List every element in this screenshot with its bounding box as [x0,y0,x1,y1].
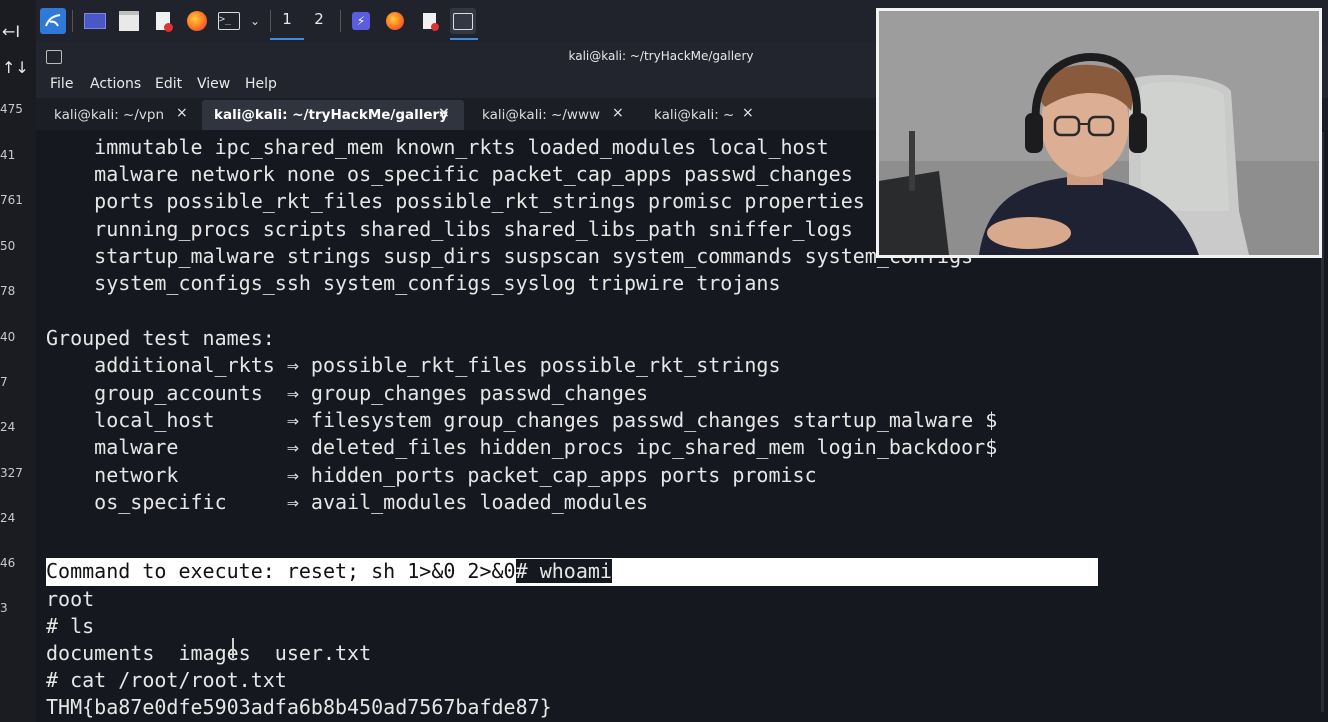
output-line: malware network none os_specific packet_… [46,162,853,186]
output-line: os_specific ⇒ avail_modules loaded_modul… [46,490,649,514]
close-icon[interactable]: × [612,105,624,121]
tab-vpn[interactable]: kali@kali: ~/vpn × [42,100,198,130]
output-line: immutable ipc_shared_mem known_rkts load… [46,135,829,159]
output-line: documents images user.txt [46,641,372,665]
firefox-icon[interactable] [184,8,210,34]
gutter-number: 41 [0,148,16,162]
gutter-number: 3 [0,601,8,615]
webcam-overlay [876,8,1322,258]
output-line: root [46,587,95,611]
menu-actions[interactable]: Actions [90,76,141,92]
close-icon[interactable]: × [438,105,450,121]
chevron-down-icon[interactable]: ⌄ [242,8,268,34]
tab-home[interactable]: kali@kali: ~ × [642,100,772,130]
gutter-number: 78 [0,284,16,298]
output-line: local_host ⇒ filesystem group_changes pa… [46,408,998,432]
workspace-active-indicator [270,38,304,40]
file-manager-icon[interactable] [116,8,142,34]
task-active-indicator [450,38,478,40]
menu-help[interactable]: Help [245,76,277,92]
left-gutter: ←I ↑↓ 475 41 761 50 78 40 7 24 327 24 46… [0,0,37,722]
menu-edit[interactable]: Edit [155,76,182,92]
gutter-number: 7 [0,375,8,389]
webcam-person-image [879,11,1319,255]
gutter-number: 24 [0,420,16,434]
output-line: group_accounts ⇒ group_changes passwd_ch… [46,381,649,405]
output-line: startup_malware strings susp_dirs suspsc… [46,244,974,268]
output-line: malware ⇒ deleted_files hidden_procs ipc… [46,435,998,459]
output-line: ports possible_rkt_files possible_rkt_st… [46,189,865,213]
close-icon[interactable]: × [742,105,754,121]
gutter-number: 327 [0,466,23,480]
sort-arrows-icon[interactable]: ↑↓ [2,58,29,77]
arrow-left-icon[interactable]: ←I [2,22,20,41]
menu-view[interactable]: View [197,76,230,92]
mouse-ibeam-cursor [232,638,234,658]
terminal-icon[interactable] [450,8,476,34]
flag-line: THM{ba87e0dfe5903adfa6b8b450ad7567bafde8… [46,695,552,719]
burp-icon[interactable]: ⚡ [348,8,374,34]
output-line: Grouped test names: [46,326,275,350]
command-line: Command to execute: reset; sh 1>&0 2>&0#… [46,558,612,585]
gutter-number: 24 [0,511,16,525]
tab-label: kali@kali: ~ [654,107,735,123]
tab-gallery[interactable]: kali@kali: ~/tryHackMe/gallery × [202,100,464,130]
desktop-icon[interactable] [82,8,108,34]
output-line: running_procs scripts shared_libs shared… [46,217,853,241]
close-icon[interactable]: × [176,105,188,121]
menu-file[interactable]: File [50,76,73,92]
gutter-number: 40 [0,330,16,344]
output-line: # cat /root/root.txt [46,668,287,692]
command-prompt-text: Command to execute: reset; sh 1>&0 2>&0 [46,559,516,583]
terminal-icon[interactable]: >_ [216,8,242,34]
tab-label: kali@kali: ~/tryHackMe/gallery [214,107,448,123]
output-line: # ls [46,614,95,638]
tab-www[interactable]: kali@kali: ~/www × [470,100,638,130]
tab-label: kali@kali: ~/vpn [54,107,165,123]
tab-label: kali@kali: ~/www [482,107,601,123]
gutter-number: 475 [0,102,23,116]
workspace-1[interactable]: 1 [276,10,298,28]
gutter-number: 761 [0,193,23,207]
gutter-number: 50 [0,239,16,253]
workspace-2[interactable]: 2 [308,10,330,28]
text-editor-icon[interactable] [416,8,442,34]
output-line: network ⇒ hidden_ports packet_cap_apps p… [46,463,817,487]
output-line: system_configs_ssh system_configs_syslog… [46,271,781,295]
output-line: additional_rkts ⇒ possible_rkt_files pos… [46,353,781,377]
kali-menu-icon[interactable] [40,8,66,34]
gutter-number: 46 [0,556,16,570]
firefox-icon[interactable] [382,8,408,34]
text-editor-icon[interactable] [150,8,176,34]
typed-command: # whoami [515,559,612,583]
